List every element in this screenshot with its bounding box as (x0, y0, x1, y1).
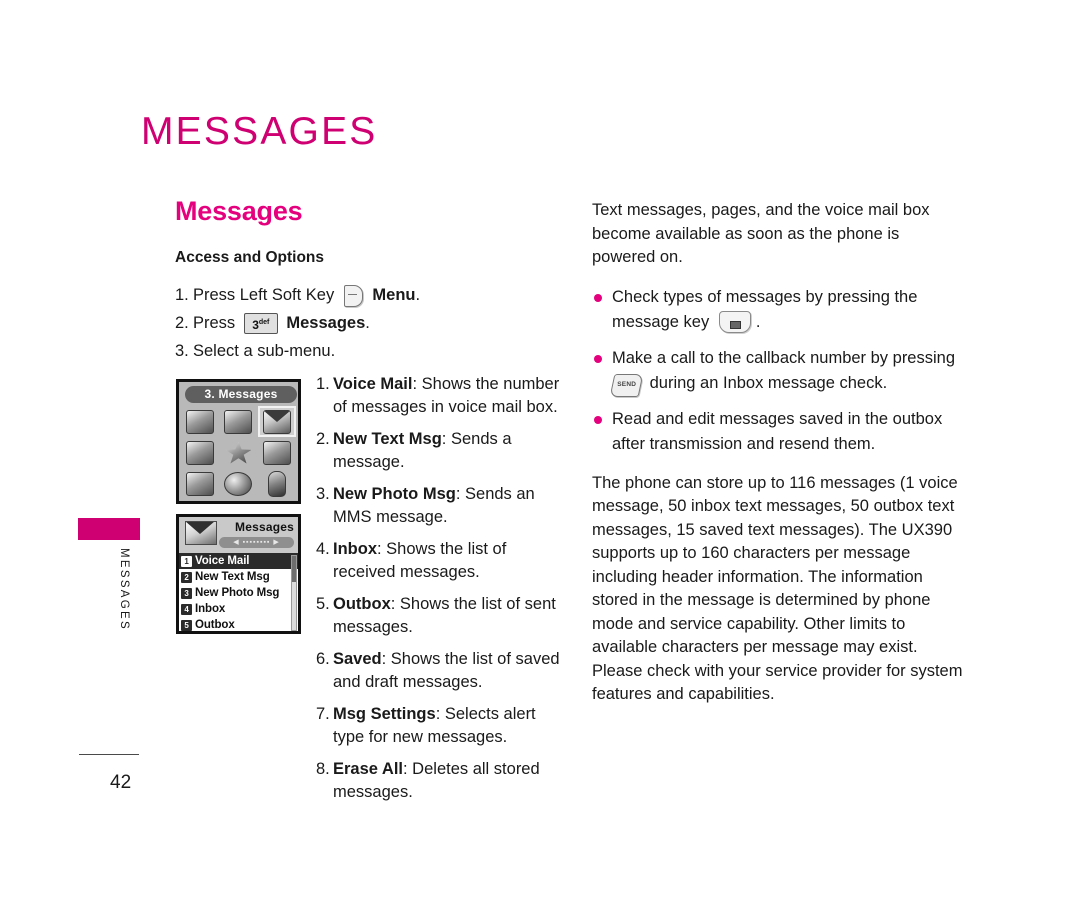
definition-number: 3. (316, 485, 330, 503)
bullet-punct: . (755, 312, 761, 331)
send-key-icon: SEND (609, 373, 644, 397)
definition-item: 2. New Text Msg: Sends a message. (316, 428, 566, 473)
margin-vertical-label: MESSAGES (118, 548, 130, 631)
definition-number: 8. (316, 760, 330, 778)
bullet-item: Make a call to the callback number by pr… (592, 346, 967, 397)
envelope-icon (185, 521, 217, 545)
chapter-title: MESSAGES (141, 110, 378, 153)
definition-term: Voice Mail (333, 375, 413, 393)
definition-term: Saved (333, 650, 382, 668)
list-item: 3 New Photo Msg (179, 585, 298, 601)
menu-cell-gears-icon (219, 468, 257, 499)
message-key-icon (718, 311, 751, 334)
step-number: 2. (175, 314, 189, 332)
definition-item: 8. Erase All: Deletes all stored message… (316, 758, 566, 803)
submenu-definitions-list: 1. Voice Mail: Shows the number of messa… (316, 373, 566, 813)
menu-cell-person-icon (258, 468, 296, 499)
bullet-item: Check types of messages by pressing the … (592, 285, 967, 335)
step-text: Press Left Soft Key (193, 286, 335, 304)
phone-screenshot-messages-list: Messages ◀ ▪▪▪▪▪▪▪▪ ▶ 1 Voice Mail 2 New… (176, 514, 301, 634)
step-punct: . (365, 314, 370, 332)
menu-screen-header: 3. Messages (185, 386, 297, 403)
list-screen-header: Messages ◀ ▪▪▪▪▪▪▪▪ ▶ (179, 517, 298, 553)
list-pager-indicator: ◀ ▪▪▪▪▪▪▪▪ ▶ (219, 537, 294, 548)
menu-cell-map-phone-icon (219, 406, 257, 437)
list-item: 1 Voice Mail (179, 553, 298, 569)
list-rows: 1 Voice Mail 2 New Text Msg 3 New Photo … (179, 553, 298, 631)
closing-paragraph: The phone can store up to 116 messages (… (592, 473, 963, 704)
definition-number: 2. (316, 430, 330, 448)
definition-item: 5. Outbox: Shows the list of sent messag… (316, 593, 566, 638)
bullet-item: Read and edit messages saved in the outb… (592, 407, 967, 457)
definition-number: 6. (316, 650, 330, 668)
left-soft-key-icon (343, 284, 363, 307)
bullet-text: Check types of messages by pressing the … (612, 287, 918, 331)
list-item-index: 5 (181, 619, 192, 631)
access-steps-list: 1. Press Left Soft Key Menu. 2. Press 3d… (175, 281, 565, 365)
step-number: 3. (175, 342, 189, 360)
list-item-label: Outbox (195, 619, 235, 631)
definition-term: Msg Settings (333, 705, 436, 723)
list-item-index: 4 (181, 603, 192, 615)
definition-term: Inbox (333, 540, 377, 558)
step-text: Press (193, 314, 236, 332)
definition-number: 5. (316, 595, 330, 613)
footer-divider (79, 754, 139, 755)
definition-number: 4. (316, 540, 330, 558)
menu-cell-phone-icon (181, 437, 219, 468)
menu-icon-grid (181, 406, 296, 499)
menu-cell-briefcase-icon (181, 468, 219, 499)
subsection-title: Access and Options (175, 249, 325, 266)
definition-term: Erase All (333, 760, 404, 778)
step-text: Select a sub-menu. (193, 342, 336, 360)
key-3-def-icon: 3def (243, 313, 278, 335)
definition-term: New Photo Msg (333, 485, 456, 503)
section-title: Messages (175, 196, 303, 226)
definition-item: 4. Inbox: Shows the list of received mes… (316, 538, 566, 583)
left-column: Messages Access and Options 1. Press Lef… (175, 196, 565, 365)
bullet-text: Make a call to the callback number by pr… (612, 348, 956, 367)
step-item: 1. Press Left Soft Key Menu. (175, 281, 565, 309)
definition-term: Outbox (333, 595, 391, 613)
right-column: Text messages, pages, and the voice mail… (592, 199, 967, 722)
page-number: 42 (110, 772, 132, 793)
list-scrollbar[interactable] (291, 555, 297, 631)
list-item-label: Inbox (195, 603, 226, 615)
list-item: 2 New Text Msg (179, 569, 298, 585)
bullet-text-cont: during an Inbox message check. (649, 373, 888, 392)
step-bold-term: Menu (372, 286, 416, 304)
definition-item: 7. Msg Settings: Selects alert type for … (316, 703, 566, 748)
definition-item: 3. New Photo Msg: Sends an MMS message. (316, 483, 566, 528)
list-item-label: New Text Msg (195, 571, 270, 583)
list-item-label: Voice Mail (195, 555, 250, 567)
feature-bullet-list: Check types of messages by pressing the … (592, 285, 967, 457)
menu-cell-envelope-icon-selected (257, 406, 296, 437)
step-item: 2. Press 3def Messages. (175, 309, 565, 337)
definition-item: 6. Saved: Shows the list of saved and dr… (316, 648, 566, 693)
definition-number: 7. (316, 705, 330, 723)
definition-term: New Text Msg (333, 430, 442, 448)
list-item-index: 3 (181, 587, 192, 599)
phone-screenshot-menu-grid: 3. Messages (176, 379, 301, 504)
step-punct: . (415, 286, 421, 304)
list-item-label: New Photo Msg (195, 587, 280, 599)
margin-tab (78, 518, 140, 540)
intro-paragraph: Text messages, pages, and the voice mail… (592, 201, 930, 266)
list-item-index: 1 (181, 555, 192, 567)
list-screen-title: Messages (235, 520, 294, 534)
menu-cell-star-icon (219, 437, 257, 468)
definition-item: 1. Voice Mail: Shows the number of messa… (316, 373, 566, 418)
list-item: 5 Outbox (179, 617, 298, 633)
step-item: 3. Select a sub-menu. (175, 337, 565, 365)
bullet-text: Read and edit messages saved in the outb… (612, 409, 943, 453)
step-number: 1. (175, 286, 189, 304)
menu-cell-note-icon (258, 437, 296, 468)
definition-number: 1. (316, 375, 330, 393)
list-item-index: 2 (181, 571, 192, 583)
step-bold-term: Messages (286, 314, 366, 332)
menu-cell-notebook-icon (181, 406, 219, 437)
list-item: 4 Inbox (179, 601, 298, 617)
